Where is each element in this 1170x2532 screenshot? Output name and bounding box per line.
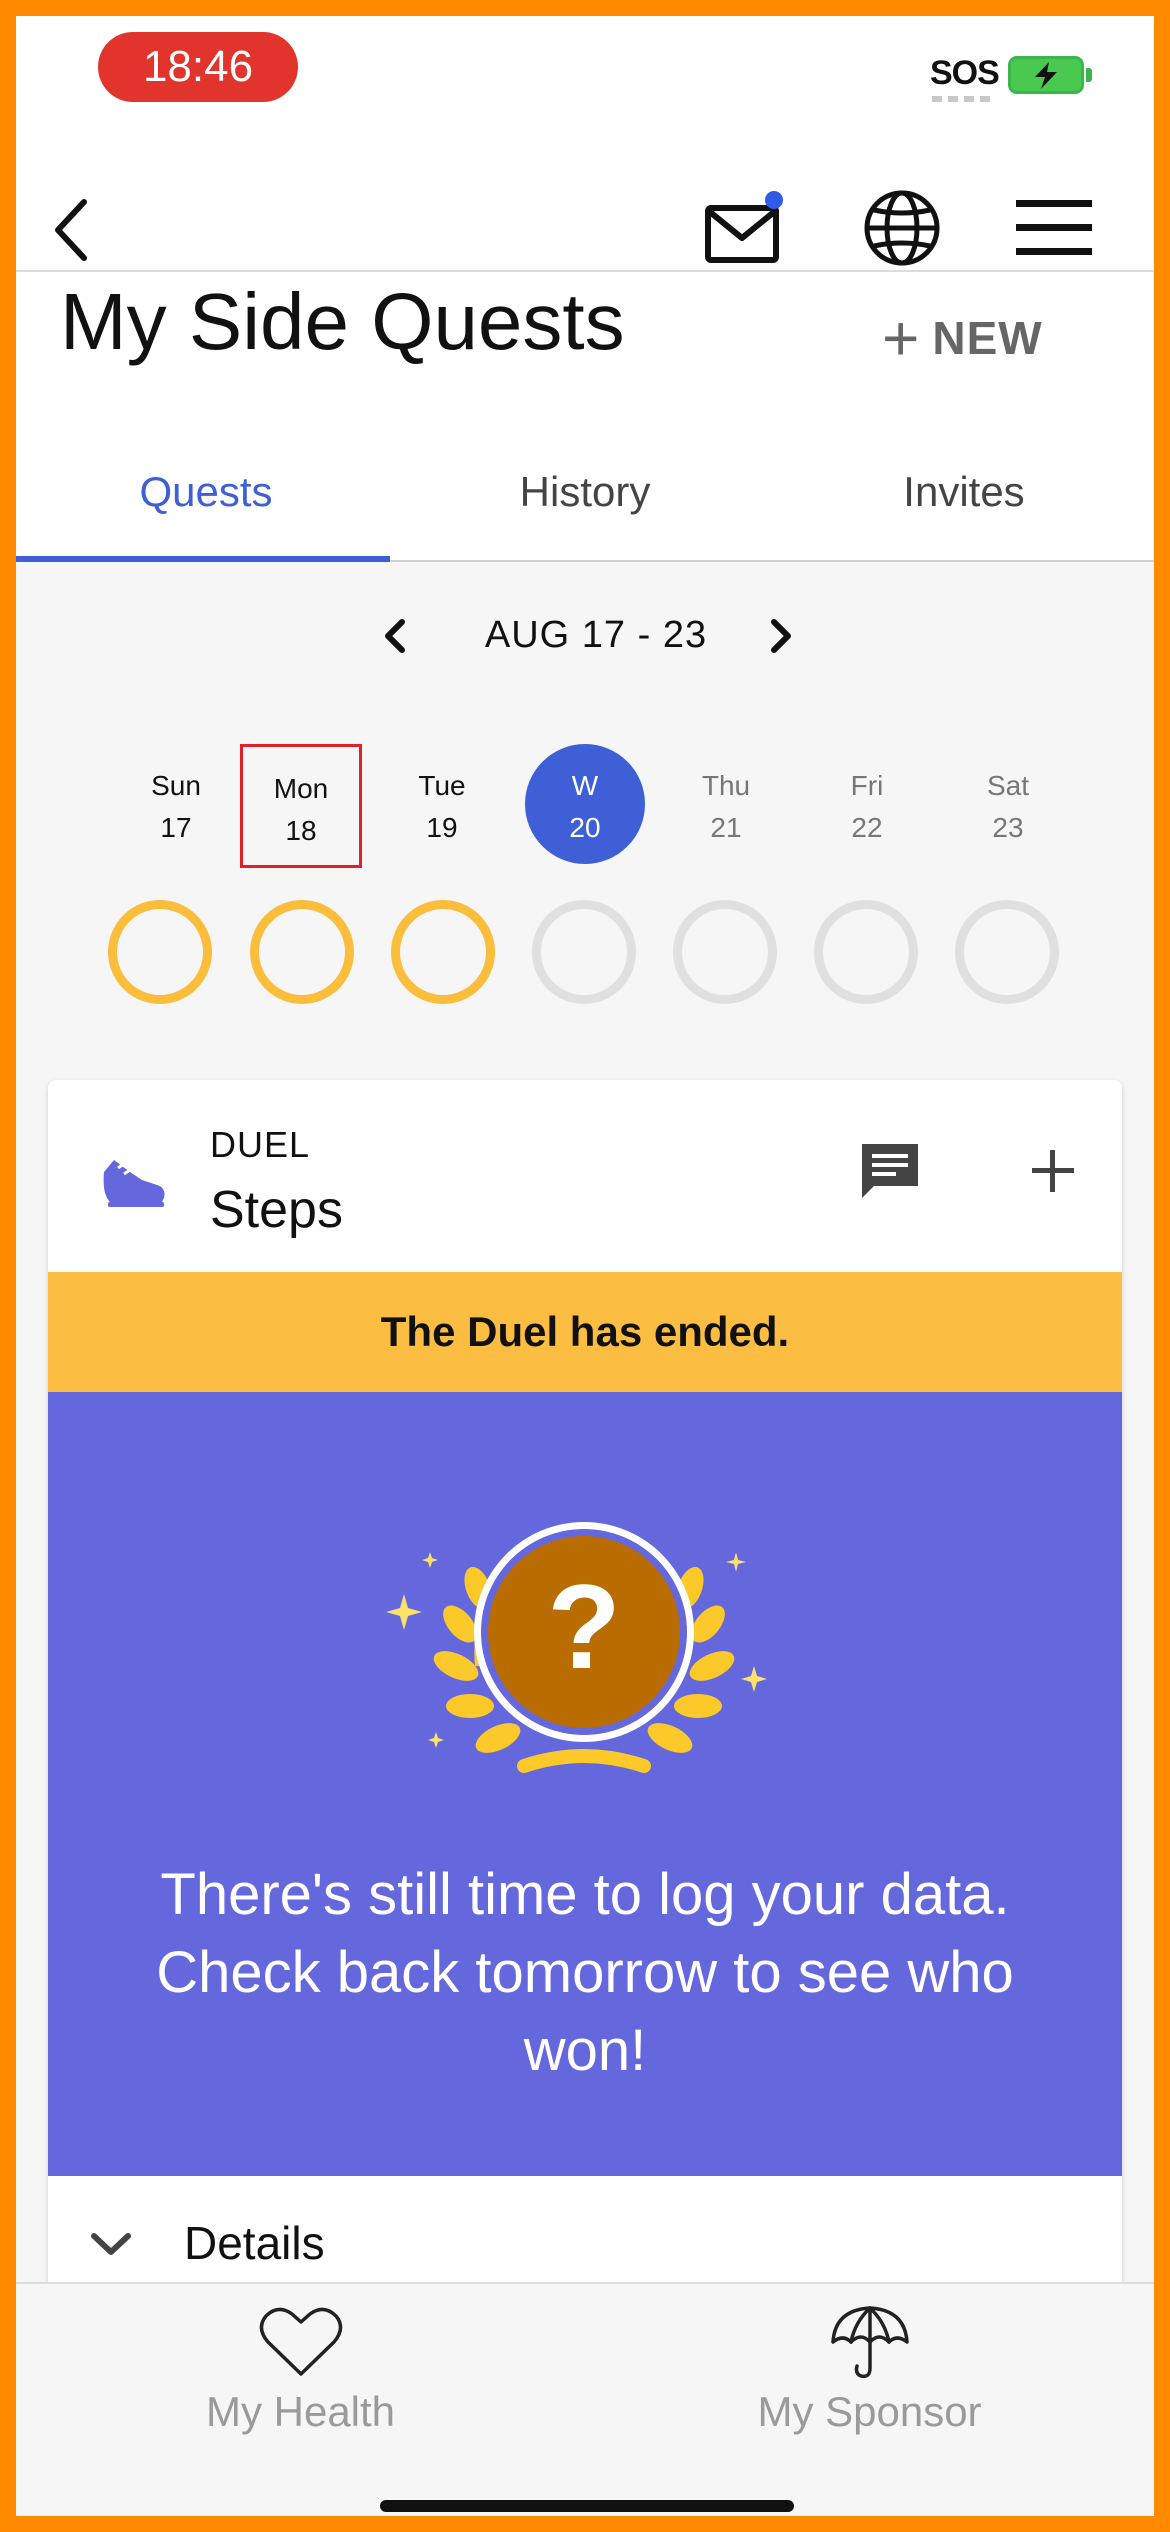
trophy-badge-icon: ? (386, 1522, 767, 1773)
day-date: 17 (160, 812, 192, 843)
hamburger-menu-icon[interactable] (1014, 192, 1094, 264)
quest-type: DUEL (210, 1124, 311, 1165)
day-name: Sat (986, 770, 1030, 801)
result-message: There's still time to log your data. Che… (156, 1862, 1014, 2083)
plus-icon: + (882, 302, 921, 374)
back-icon[interactable] (44, 192, 100, 268)
quest-card[interactable]: DUEL Steps The Duel has ended. ? There's… (48, 1080, 1122, 2320)
day-date: 19 (426, 812, 458, 843)
status-time: 18:46 (98, 32, 298, 102)
heart-icon (259, 2307, 343, 2376)
nav-label: My Sponsor (757, 2388, 982, 2435)
day-name: Tue (418, 770, 466, 801)
battery-tip (1086, 68, 1092, 82)
umbrella-icon (831, 2306, 909, 2379)
day-mon[interactable]: Mon 18 (240, 744, 362, 868)
progress-ring-fri (814, 900, 918, 1004)
tab-history[interactable]: History (395, 468, 775, 516)
day-name: Mon (273, 773, 329, 804)
shoe-icon (103, 1160, 165, 1207)
day-date: 23 (992, 812, 1024, 843)
globe-icon[interactable] (860, 186, 944, 270)
day-sat[interactable]: Sat 23 (948, 744, 1068, 864)
trophy-question-mark: ? (547, 1560, 620, 1694)
tab-invites[interactable]: Invites (774, 468, 1154, 516)
duel-ended-banner: The Duel has ended. (48, 1272, 1122, 1392)
day-name: Sun (151, 770, 201, 801)
bottom-navigation: My Health My Sponsor (16, 2282, 1154, 2516)
new-button-label: NEW (932, 312, 1043, 364)
day-date: 22 (851, 812, 883, 843)
week-range-label: AUG 17 - 23 (484, 614, 708, 656)
page-title: My Side Quests (60, 277, 625, 366)
day-name: Fri (850, 770, 884, 801)
chevron-down-icon (91, 2233, 131, 2255)
nav-my-health[interactable]: My Health (16, 2284, 585, 2484)
day-thu[interactable]: Thu 21 (666, 744, 786, 864)
progress-ring-sat (955, 900, 1059, 1004)
battery-icon (1008, 56, 1084, 94)
status-bar: 18:46 SOS (16, 16, 1154, 136)
title-row: My Side Quests + NEW (16, 272, 1154, 394)
chat-icon[interactable] (858, 1140, 922, 1204)
signal-dots-icon (932, 96, 990, 102)
tab-bar: Quests History Invites (16, 394, 1154, 562)
day-name: W (571, 770, 599, 801)
day-sun[interactable]: Sun 17 (116, 744, 236, 864)
app-header (16, 136, 1154, 272)
day-date: 18 (285, 815, 317, 846)
app-frame: 18:46 SOS My Side Quests + NEW Quests Hi… (16, 16, 1154, 2516)
progress-ring-mon (250, 900, 354, 1004)
progress-ring-tue (391, 900, 495, 1004)
nav-my-sponsor[interactable]: My Sponsor (585, 2284, 1154, 2484)
new-quest-button[interactable]: + NEW (882, 302, 1043, 374)
day-name: Thu (701, 770, 751, 801)
day-date: 20 (569, 812, 601, 843)
details-label: Details (184, 2217, 325, 2269)
day-date: 21 (710, 812, 742, 843)
progress-ring-thu (673, 900, 777, 1004)
day-wed[interactable]: W 20 (525, 744, 645, 864)
progress-ring-wed (532, 900, 636, 1004)
week-navigator: AUG 17 - 23 (16, 562, 1154, 680)
result-panel: ? There's still time to log your data. C… (48, 1392, 1122, 2176)
sos-indicator: SOS (930, 54, 1000, 92)
mail-icon[interactable] (704, 188, 784, 268)
nav-label: My Health (205, 2388, 396, 2435)
previous-week-icon[interactable] (376, 614, 416, 658)
home-indicator[interactable] (380, 2500, 794, 2512)
tab-quests[interactable]: Quests (16, 468, 396, 516)
add-icon[interactable] (1028, 1146, 1078, 1196)
next-week-icon[interactable] (760, 614, 800, 658)
quest-name: Steps (210, 1181, 343, 1239)
progress-ring-sun (108, 900, 212, 1004)
day-fri[interactable]: Fri 22 (807, 744, 927, 864)
day-tue[interactable]: Tue 19 (382, 744, 502, 864)
